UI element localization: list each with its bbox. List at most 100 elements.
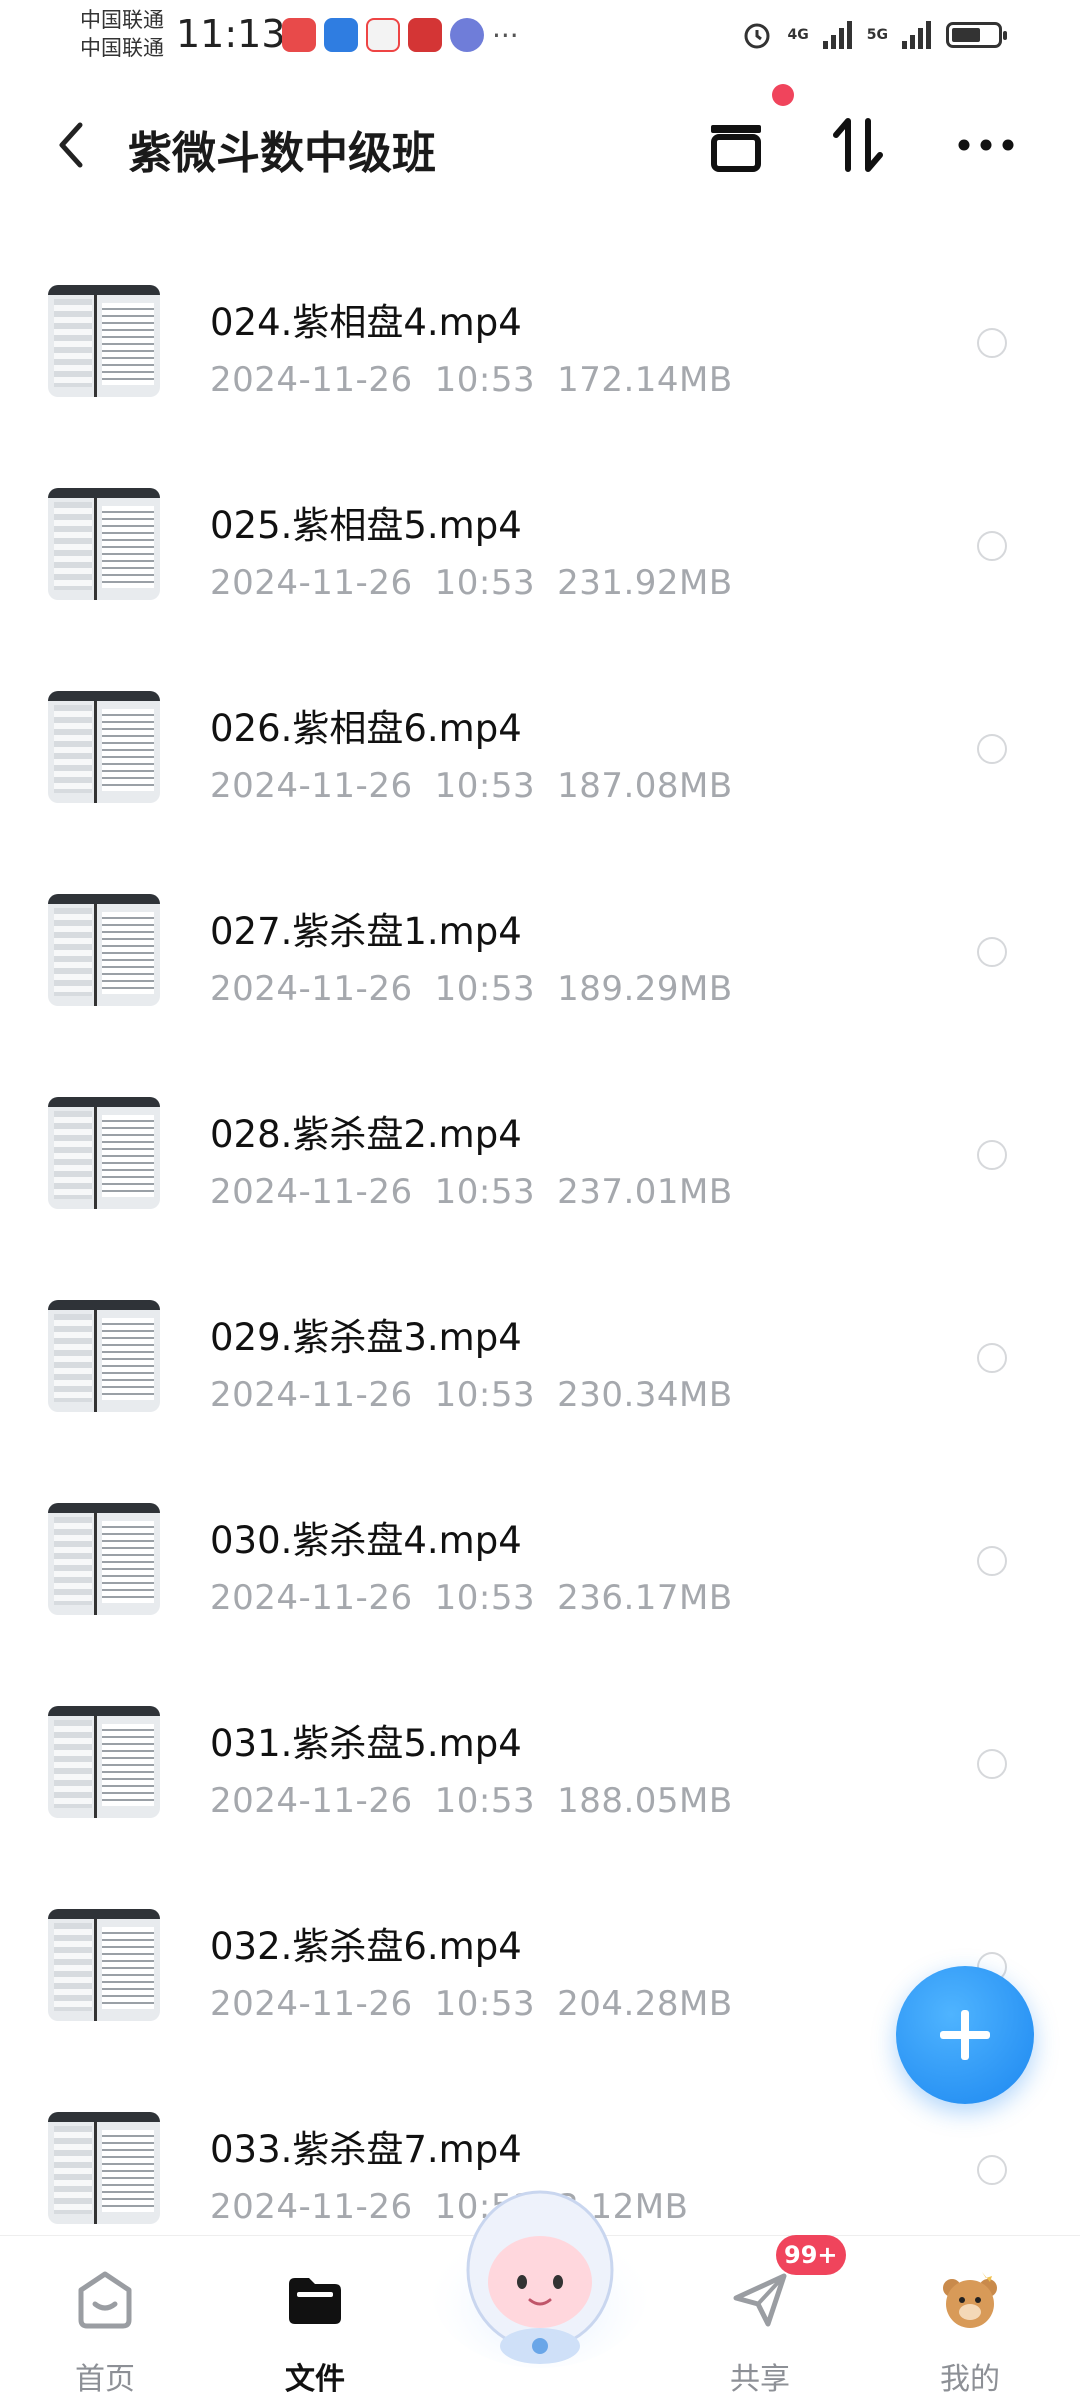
file-size: 188.05MB xyxy=(557,1781,733,1821)
file-date: 2024-11-26 xyxy=(210,360,413,400)
file-size: 172.14MB xyxy=(557,360,733,400)
more-notifications-icon: ··· xyxy=(492,18,519,52)
file-name: 028.紫杀盘2.mp4 xyxy=(210,1113,522,1156)
file-meta: 2024-11-26 10:53 172.14MB xyxy=(210,360,733,400)
file-name: 027.紫杀盘1.mp4 xyxy=(210,910,522,953)
file-row[interactable]: 027.紫杀盘1.mp4 2024-11-26 10:53 189.29MB xyxy=(0,849,1080,1052)
file-size: 236.17MB xyxy=(557,1578,733,1618)
status-bar: 中国联通 中国联通 11:13 ··· 4G 5G xyxy=(0,0,1080,80)
nav-item-home[interactable]: 首页 xyxy=(35,2254,175,2397)
signal-label-2: 5G xyxy=(866,27,888,43)
file-date: 2024-11-26 xyxy=(210,766,413,806)
file-time: 10:53 xyxy=(434,360,536,400)
book-icon xyxy=(366,18,400,52)
file-name: 029.紫杀盘3.mp4 xyxy=(210,1316,522,1359)
video-thumbnail xyxy=(48,894,160,1006)
share-count-badge: 99+ xyxy=(776,2235,846,2275)
app-notification-icon xyxy=(324,18,358,52)
alarm-icon xyxy=(744,23,770,49)
file-meta: 2024-11-26 10:53 188.05MB xyxy=(210,1781,733,1821)
file-meta: 2024-11-26 10:53 204.28MB xyxy=(210,1984,733,2024)
file-time: 10:53 xyxy=(434,563,536,603)
file-name: 033.紫杀盘7.mp4 xyxy=(210,2128,522,2171)
status-clock: 11:13 xyxy=(176,12,286,56)
select-radio[interactable] xyxy=(977,531,1007,561)
file-date: 2024-11-26 xyxy=(210,563,413,603)
file-row[interactable]: 030.紫杀盘4.mp4 2024-11-26 10:53 236.17MB xyxy=(0,1458,1080,1661)
page-title: 紫微斗数中级班 xyxy=(128,128,436,179)
select-radio[interactable] xyxy=(977,328,1007,358)
nav-item-mine[interactable]: 我的 xyxy=(900,2254,1040,2397)
nav-item-files[interactable]: 文件 xyxy=(245,2254,385,2397)
carrier-2: 中国联通 xyxy=(80,36,164,60)
signal-label-1: 4G xyxy=(787,27,809,43)
system-status: 4G 5G xyxy=(740,18,1007,52)
video-thumbnail xyxy=(48,1909,160,2021)
music-icon xyxy=(450,18,484,52)
file-name: 026.紫相盘6.mp4 xyxy=(210,707,522,750)
file-size: 231.92MB xyxy=(557,563,733,603)
file-row[interactable]: 025.紫相盘5.mp4 2024-11-26 10:53 231.92MB xyxy=(0,443,1080,646)
select-radio[interactable] xyxy=(977,2155,1007,2185)
select-radio[interactable] xyxy=(977,1749,1007,1779)
select-radio[interactable] xyxy=(977,734,1007,764)
video-thumbnail xyxy=(48,1097,160,1209)
carrier-1: 中国联通 xyxy=(80,8,164,32)
signal-bars-icon xyxy=(822,21,852,49)
header-bar: 紫微斗数中级班 xyxy=(0,95,1080,195)
file-row[interactable]: 031.紫杀盘5.mp4 2024-11-26 10:53 188.05MB xyxy=(0,1661,1080,1864)
nav-label-share: 共享 xyxy=(730,2362,790,2397)
file-meta: 2024-11-26 10:53 237.01MB xyxy=(210,1172,733,1212)
notification-icons: ··· xyxy=(282,18,519,52)
file-row[interactable]: 026.紫相盘6.mp4 2024-11-26 10:53 187.08MB xyxy=(0,646,1080,849)
ai-assistant-mascot-icon[interactable] xyxy=(430,2170,650,2370)
file-time: 10:53 xyxy=(434,766,536,806)
select-radio[interactable] xyxy=(977,937,1007,967)
nav-label-mine: 我的 xyxy=(940,2362,1000,2397)
transfer-box-icon[interactable] xyxy=(700,109,772,181)
file-size: 230.34MB xyxy=(557,1375,733,1415)
add-button[interactable] xyxy=(896,1966,1034,2104)
file-date: 2024-11-26 xyxy=(210,969,413,1009)
file-date: 2024-11-26 xyxy=(210,1781,413,1821)
file-name: 024.紫相盘4.mp4 xyxy=(210,301,522,344)
file-date: 2024-11-26 xyxy=(210,2187,413,2227)
heart-app-icon xyxy=(408,18,442,52)
notification-dot xyxy=(772,84,794,106)
file-date: 2024-11-26 xyxy=(210,1578,413,1618)
file-meta: 2024-11-26 10:53 231.92MB xyxy=(210,563,733,603)
select-radio[interactable] xyxy=(977,1343,1007,1373)
file-name: 031.紫杀盘5.mp4 xyxy=(210,1722,522,1765)
file-date: 2024-11-26 xyxy=(210,1375,413,1415)
file-time: 10:53 xyxy=(434,1375,536,1415)
file-meta: 2024-11-26 10:53 187.08MB xyxy=(210,766,733,806)
video-thumbnail xyxy=(48,488,160,600)
file-meta: 2024-11-26 10:53 189.29MB xyxy=(210,969,733,1009)
select-radio[interactable] xyxy=(977,1546,1007,1576)
more-options-icon[interactable] xyxy=(950,109,1022,181)
folder-icon xyxy=(289,2278,341,2324)
nav-label-home: 首页 xyxy=(75,2362,135,2397)
video-thumbnail xyxy=(48,1503,160,1615)
file-time: 10:53 xyxy=(434,1172,536,1212)
file-time: 10:53 xyxy=(434,1984,536,2024)
bear-avatar-icon xyxy=(943,2272,997,2328)
nav-item-share[interactable]: 共享 xyxy=(690,2254,830,2397)
carrier-labels: 中国联通 中国联通 xyxy=(80,6,164,62)
file-size: 187.08MB xyxy=(557,766,733,806)
huawei-app-icon xyxy=(282,18,316,52)
video-thumbnail xyxy=(48,691,160,803)
file-row[interactable]: 024.紫相盘4.mp4 2024-11-26 10:53 172.14MB xyxy=(0,240,1080,443)
back-arrow-icon[interactable] xyxy=(50,115,90,175)
file-name: 025.紫相盘5.mp4 xyxy=(210,504,522,547)
file-meta: 2024-11-26 10:53 230.34MB xyxy=(210,1375,733,1415)
sort-icon[interactable] xyxy=(822,109,894,181)
select-radio[interactable] xyxy=(977,1140,1007,1170)
file-row[interactable]: 029.紫杀盘3.mp4 2024-11-26 10:53 230.34MB xyxy=(0,1255,1080,1458)
video-thumbnail xyxy=(48,285,160,397)
file-time: 10:53 xyxy=(434,969,536,1009)
file-size: 189.29MB xyxy=(557,969,733,1009)
file-name: 032.紫杀盘6.mp4 xyxy=(210,1925,522,1968)
file-row[interactable]: 028.紫杀盘2.mp4 2024-11-26 10:53 237.01MB xyxy=(0,1052,1080,1255)
paper-plane-icon xyxy=(733,2273,787,2327)
